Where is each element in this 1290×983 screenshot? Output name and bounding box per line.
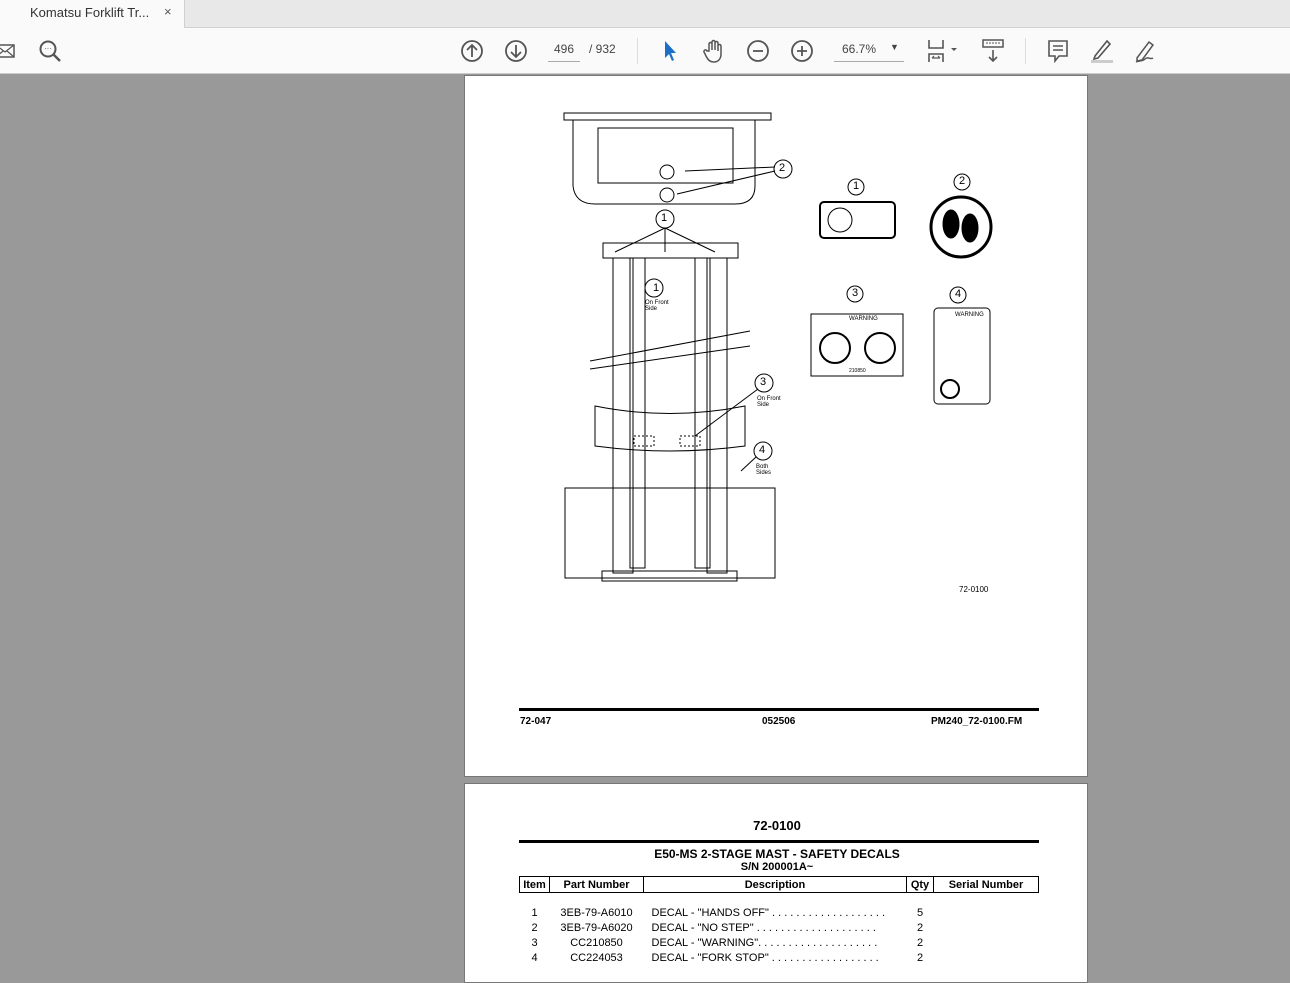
note-on-front-side: On Front Side — [645, 300, 669, 312]
description: DECAL - "WARNING". . . . . . . . . . . .… — [651, 936, 878, 949]
section-heading: 72-0100 — [753, 818, 801, 833]
page-fit-icon[interactable] — [925, 38, 959, 64]
callout-circles — [644, 159, 971, 461]
footer-rule — [519, 708, 1039, 711]
part-number: 3EB-79-A6020 — [560, 921, 633, 934]
col-serial-number: Serial Number — [933, 876, 1039, 893]
scroll-mode-icon[interactable] — [980, 38, 1006, 64]
note-both-sides: Both Sides — [756, 464, 772, 476]
table-row: 1 3EB-79-A6010 DECAL - "HANDS OFF" . . . .… — [520, 907, 1039, 922]
page-number-input[interactable]: 496 — [548, 42, 580, 62]
item: 2 — [531, 921, 538, 934]
table-row: 3 CC210850 DECAL - "WARNING". . . . . . . … — [520, 937, 1039, 952]
part-number: CC224053 — [570, 951, 623, 964]
page-total: / 932 — [589, 42, 616, 56]
table-row: 4 CC224053 DECAL - "FORK STOP" . . . . . .… — [520, 952, 1039, 967]
tab-title: Komatsu Forklift Tr... — [30, 5, 150, 20]
document-tab[interactable]: Komatsu Forklift Tr... × — [0, 0, 185, 29]
hand-tool-icon[interactable] — [701, 38, 727, 64]
description: DECAL - "NO STEP" . . . . . . . . . . . … — [651, 921, 876, 934]
decal-warning-text: WARNING — [849, 316, 878, 322]
callout-label: 2 — [779, 162, 786, 174]
svg-text:···: ··· — [44, 44, 52, 53]
qty: 5 — [916, 906, 924, 919]
email-icon[interactable] — [0, 38, 18, 64]
serial — [934, 922, 1039, 937]
part-number: 3EB-79-A6010 — [560, 906, 633, 919]
callout-label: 4 — [759, 444, 766, 456]
serial-range: S/N 200001A~ — [740, 861, 814, 873]
chevron-down-icon: ▼ — [890, 42, 899, 52]
zoom-out-button[interactable] — [745, 38, 771, 64]
close-tab-icon[interactable]: × — [164, 4, 172, 19]
col-description: Description — [643, 876, 907, 893]
qty: 2 — [916, 921, 924, 934]
callout-label: 1 — [661, 212, 668, 224]
col-part-number: Part Number — [549, 876, 644, 893]
previous-page-button[interactable] — [459, 38, 485, 64]
description: DECAL - "FORK STOP" . . . . . . . . . . … — [651, 951, 879, 964]
zoom-value: 66.7% — [842, 42, 877, 56]
callout-label: 1 — [853, 180, 860, 192]
highlight-icon[interactable] — [1089, 38, 1115, 64]
pdf-page-2: 72-0100 E50-MS 2-STAGE MAST - SAFETY DEC… — [464, 783, 1088, 983]
select-tool-icon[interactable] — [657, 38, 683, 64]
figure-id: 72-0100 — [959, 585, 989, 594]
note-on-front-side: On Front Side — [757, 396, 781, 408]
col-item: Item — [519, 876, 550, 893]
callout-label: 1 — [653, 282, 660, 294]
callout-label: 3 — [852, 287, 859, 299]
comment-icon[interactable] — [1045, 38, 1071, 64]
col-qty: Qty — [906, 876, 934, 893]
tab-bar: Komatsu Forklift Tr... × — [0, 0, 1290, 29]
qty: 2 — [916, 951, 924, 964]
footer-page: 72-047 — [520, 716, 552, 727]
parts-title: E50-MS 2-STAGE MAST - SAFETY DECALS — [654, 847, 900, 861]
pdf-page-1: 1 2 1 3 4 1 2 3 4 On Front Side On Front… — [464, 75, 1088, 777]
callout-label: 2 — [959, 175, 966, 187]
footer-date: 052506 — [762, 716, 796, 727]
decal-warning-text: WARNING — [955, 312, 984, 318]
toolbar: ··· 496 / 932 66.7% ▼ — [0, 28, 1290, 74]
divider — [1025, 38, 1026, 64]
item: 3 — [531, 936, 538, 949]
search-icon[interactable]: ··· — [37, 38, 63, 64]
zoom-level-dropdown[interactable]: 66.7% ▼ — [834, 42, 904, 62]
serial — [934, 907, 1039, 922]
item: 4 — [531, 951, 538, 964]
serial — [934, 952, 1039, 967]
qty: 2 — [916, 936, 924, 949]
document-viewer[interactable]: 1 2 1 3 4 1 2 3 4 On Front Side On Front… — [0, 75, 1290, 983]
divider — [637, 38, 638, 64]
callout-label: 3 — [760, 376, 767, 388]
part-number: CC210850 — [570, 936, 623, 949]
decal-code: 210850 — [849, 368, 866, 374]
table-row: 2 3EB-79-A6020 DECAL - "NO STEP" . . . . .… — [520, 922, 1039, 937]
sign-icon[interactable] — [1133, 38, 1159, 64]
serial — [934, 937, 1039, 952]
zoom-in-button[interactable] — [789, 38, 815, 64]
footer-file: PM240_72-0100.FM — [931, 716, 1023, 727]
description: DECAL - "HANDS OFF" . . . . . . . . . . … — [651, 906, 886, 919]
heading-rule — [519, 840, 1039, 843]
parts-table: Item Part Number Description Qty Serial … — [519, 876, 1039, 967]
callout-label: 4 — [955, 288, 962, 300]
item: 1 — [531, 906, 538, 919]
next-page-button[interactable] — [503, 38, 529, 64]
